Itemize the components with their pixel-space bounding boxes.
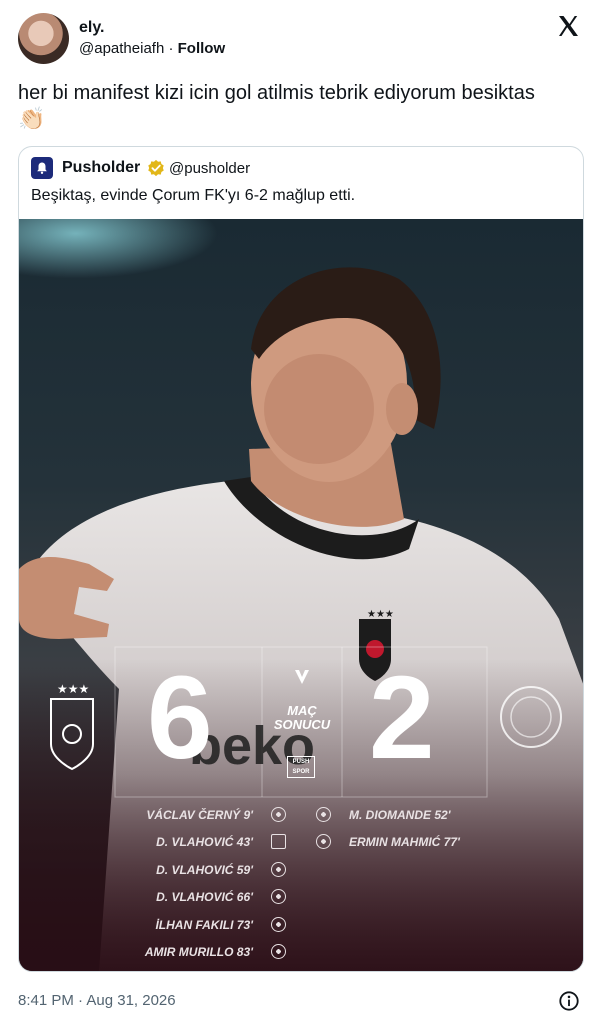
result-label-line2: SONUCU [273,717,331,732]
home-goal-scorer: D. VLAHOVIĆ 66' [156,890,253,905]
result-label-line1: MAÇ [287,703,317,718]
match-result-image[interactable]: ★★★ ★★★ beko 6 2 MAÇ SONUCU PUSH SPOR VÁ… [19,219,583,971]
tweet-timestamp[interactable]: 8:41 PM · Aug 31, 2026 [18,992,176,1009]
quoted-tweet-text: Beşiktaş, evinde Çorum FK'yı 6-2 mağlup … [31,187,356,204]
home-score: 6 [147,652,213,784]
home-goal-scorer: D. VLAHOVIĆ 43' [156,835,253,850]
football-icon [271,807,286,822]
author-avatar[interactable] [18,13,69,64]
penalty-goal-icon [271,834,286,850]
football-icon [316,807,331,822]
football-icon [271,944,286,959]
info-icon[interactable] [558,990,580,1012]
tweet-text: her bi manifest kizi icin gol atilmis te… [18,80,584,133]
home-goal-scorer: İLHAN FAKILI 73' [155,917,253,932]
tweet-body: her bi manifest kizi icin gol atilmis te… [18,82,535,104]
home-goal-scorer: AMIR MURILLO 83' [144,945,253,959]
home-goal-scorer: D. VLAHOVIĆ 59' [156,862,253,877]
author-handle[interactable]: @apatheiafh [79,40,164,57]
home-goal-scorer: VÁCLAV ČERNÝ 9' [146,808,253,822]
x-logo-icon[interactable] [556,14,580,38]
away-goal-scorer: M. DIOMANDE 52' [349,808,451,822]
author-handle-line: @apatheiafh · Follow [79,40,225,57]
bell-icon [37,162,47,174]
football-icon [271,916,286,932]
quoted-author-handle: @pusholder [169,160,251,177]
push-spor-top: PUSH [292,759,310,765]
football-icon [271,861,286,877]
push-spor-bottom: SPOR [292,769,310,775]
result-label: MAÇ SONUCU [266,704,338,732]
player-photo: ★★★ ★★★ beko [19,219,583,971]
away-goal-scorer: ERMIN MAHMIĆ 77' [349,835,460,850]
quoted-author-name: Pusholder [62,159,141,176]
push-spor-logo: PUSH SPOR [287,756,315,778]
pusholder-avatar[interactable] [31,157,53,179]
follow-button[interactable]: Follow [178,40,226,57]
handle-separator: · [164,40,178,57]
author-name[interactable]: ely. [79,19,105,37]
svg-text:★★★: ★★★ [367,609,394,620]
verified-badge-icon [148,159,164,177]
svg-text:★★★: ★★★ [57,682,89,696]
away-score: 2 [369,652,435,784]
quoted-tweet[interactable]: Pusholder @pusholder Beşiktaş, evinde Ço… [18,146,584,972]
clapping-hands-icon: 👏🏻 [18,106,46,131]
